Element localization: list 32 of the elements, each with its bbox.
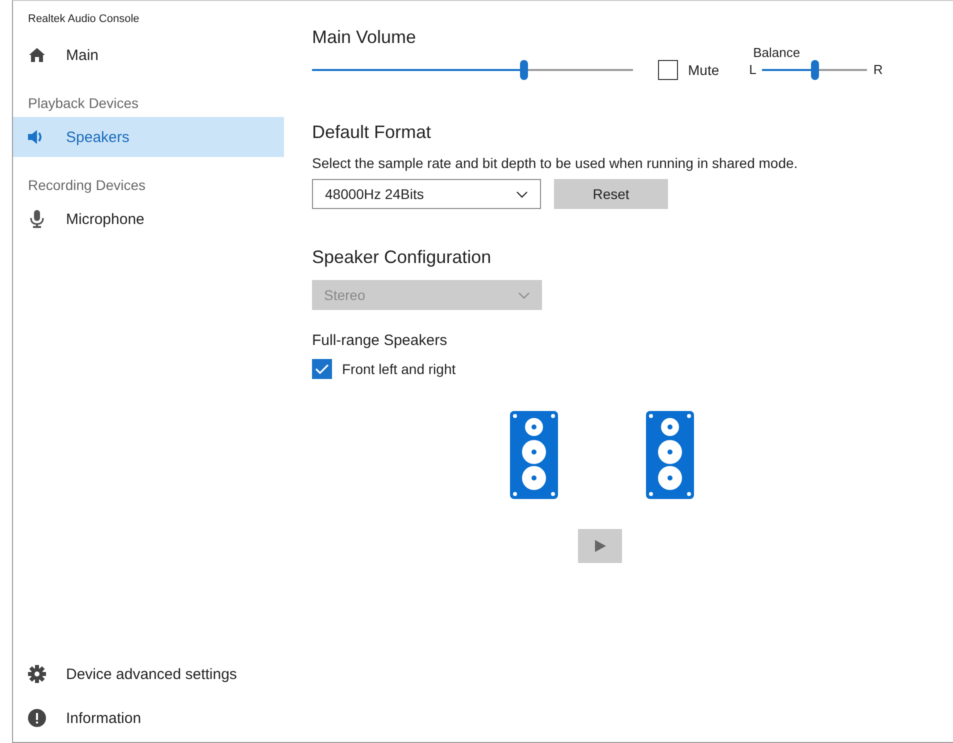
section-title: Main Volume	[312, 27, 418, 48]
chevron-down-icon	[516, 190, 528, 198]
balance-label: Balance	[753, 44, 802, 60]
info-icon	[28, 709, 46, 727]
balance-slider[interactable]	[762, 60, 868, 80]
section-title: Default Format	[312, 122, 432, 143]
section-heading: Recording Devices	[27, 176, 146, 195]
checkbox[interactable]: Front left and right	[312, 359, 456, 379]
sidebar-item[interactable]: Main	[13, 35, 284, 75]
description-text: Select the sample rate and bit depth to be used when running in shared mode.	[312, 155, 799, 171]
volume-slider[interactable]	[312, 60, 633, 80]
loudspeaker-icon	[510, 411, 558, 499]
left-label: L	[749, 62, 756, 77]
subsection-title: Full-range Speakers	[312, 332, 448, 349]
checkbox[interactable]: Mute	[658, 60, 720, 80]
sidebar-item[interactable]: Information	[13, 696, 284, 740]
format-dropdown[interactable]: 48000Hz 24Bits	[312, 179, 541, 209]
checkmark-icon	[315, 364, 329, 374]
window-title: Realtek Audio Console	[27, 12, 140, 27]
sidebar-item[interactable]: Speakers	[13, 117, 284, 157]
sidebar-item[interactable]: Microphone	[13, 199, 284, 239]
home-icon	[29, 48, 45, 62]
right-label: R	[873, 62, 883, 77]
section-heading: Playback Devices	[27, 94, 140, 113]
settings-icon	[28, 665, 46, 683]
chevron-down-icon	[518, 292, 530, 298]
section-title: Speaker Configuration	[312, 247, 492, 268]
microphone-icon	[30, 210, 44, 228]
play-icon	[594, 540, 606, 552]
reset-button[interactable]: Reset	[554, 179, 668, 209]
sidebar-item[interactable]: Device advanced settings	[13, 652, 284, 696]
loudspeaker-icon	[646, 411, 694, 499]
